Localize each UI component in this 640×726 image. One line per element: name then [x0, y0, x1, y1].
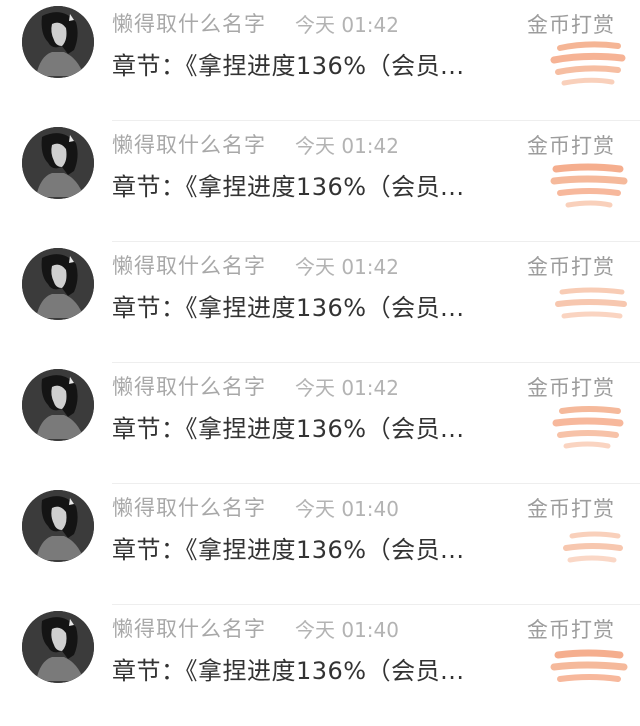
comment-text[interactable]: 章节：《拿捏进度136%（会员... — [112, 651, 465, 686]
comment-text[interactable]: 章节：《拿捏进度136%（会员... — [112, 167, 465, 202]
list-item[interactable]: 懒得取什么名字 今天 01:42 章节：《拿捏进度136%（会员... 金币打赏 — [0, 0, 640, 121]
avatar-icon — [22, 248, 94, 320]
reward-label: 金币打赏 — [527, 376, 615, 400]
avatar[interactable] — [22, 490, 94, 562]
comment-list: 懒得取什么名字 今天 01:42 章节：《拿捏进度136%（会员... 金币打赏… — [0, 0, 640, 692]
timestamp: 今天 01:42 — [295, 255, 399, 279]
comment-text[interactable]: 章节：《拿捏进度136%（会员... — [112, 409, 465, 444]
gift-sticker-icon — [563, 531, 623, 563]
avatar-icon — [22, 127, 94, 199]
avatar-icon — [22, 490, 94, 562]
reward-label: 金币打赏 — [527, 255, 615, 279]
reward-label: 金币打赏 — [527, 497, 615, 521]
list-item[interactable]: 懒得取什么名字 今天 01:42 章节：《拿捏进度136%（会员... 金币打赏 — [0, 363, 640, 484]
gift-sticker-icon — [552, 406, 624, 449]
gift-sticker-icon — [555, 287, 627, 319]
avatar[interactable] — [22, 6, 94, 78]
timestamp: 今天 01:42 — [295, 376, 399, 400]
comment-text[interactable]: 章节：《拿捏进度136%（会员... — [112, 46, 465, 81]
list-item[interactable]: 懒得取什么名字 今天 01:42 章节：《拿捏进度136%（会员... 金币打赏 — [0, 242, 640, 363]
gift-sticker-icon — [550, 163, 628, 208]
username[interactable]: 懒得取什么名字 — [112, 492, 266, 522]
reward-label: 金币打赏 — [527, 618, 615, 642]
timestamp: 今天 01:42 — [295, 13, 399, 37]
avatar[interactable] — [22, 248, 94, 320]
timestamp: 今天 01:40 — [295, 497, 399, 521]
reward-label: 金币打赏 — [527, 134, 615, 158]
gift-sticker-icon — [550, 41, 626, 86]
avatar-icon — [22, 6, 94, 78]
username[interactable]: 懒得取什么名字 — [112, 250, 266, 280]
username[interactable]: 懒得取什么名字 — [112, 8, 266, 38]
timestamp: 今天 01:40 — [295, 618, 399, 642]
comment-text[interactable]: 章节：《拿捏进度136%（会员... — [112, 288, 465, 323]
username[interactable]: 懒得取什么名字 — [112, 371, 266, 401]
comment-text[interactable]: 章节：《拿捏进度136%（会员... — [112, 530, 465, 565]
list-item[interactable]: 懒得取什么名字 今天 01:40 章节：《拿捏进度136%（会员... 金币打赏 — [0, 605, 640, 726]
username[interactable]: 懒得取什么名字 — [112, 129, 266, 159]
avatar[interactable] — [22, 127, 94, 199]
list-item[interactable]: 懒得取什么名字 今天 01:40 章节：《拿捏进度136%（会员... 金币打赏 — [0, 484, 640, 605]
avatar-icon — [22, 369, 94, 441]
list-item[interactable]: 懒得取什么名字 今天 01:42 章节：《拿捏进度136%（会员... 金币打赏 — [0, 121, 640, 242]
avatar[interactable] — [22, 369, 94, 441]
reward-label: 金币打赏 — [527, 13, 615, 37]
avatar[interactable] — [22, 611, 94, 683]
gift-sticker-icon — [550, 649, 628, 682]
username[interactable]: 懒得取什么名字 — [112, 613, 266, 643]
avatar-icon — [22, 611, 94, 683]
timestamp: 今天 01:42 — [295, 134, 399, 158]
